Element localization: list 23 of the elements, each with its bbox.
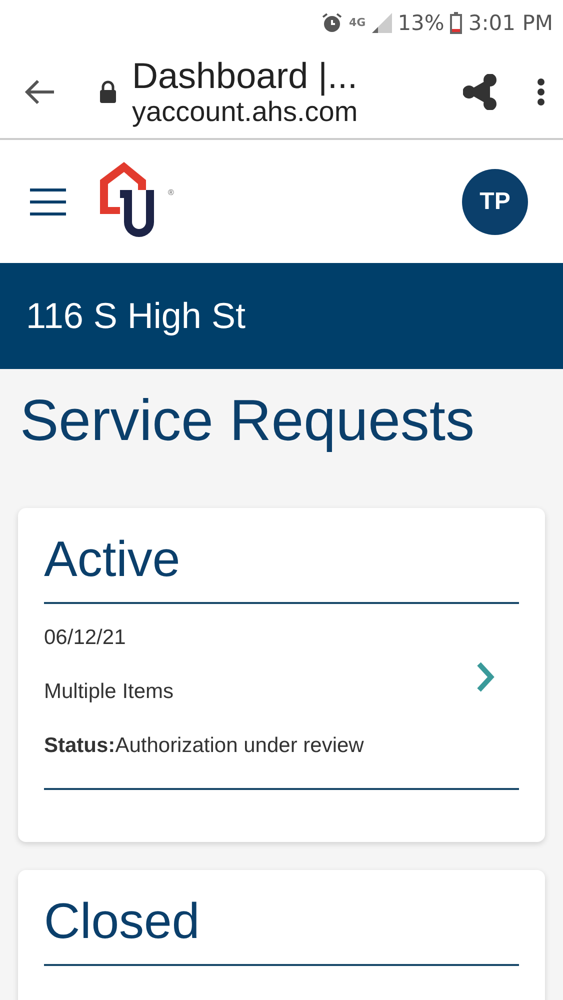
alarm-icon (321, 12, 343, 34)
registered-mark: ® (168, 188, 174, 197)
menu-icon[interactable] (30, 188, 66, 216)
request-date: 06/12/21 (44, 626, 127, 650)
network-type: 4G (349, 16, 366, 29)
chevron-right-icon[interactable] (475, 661, 495, 693)
clock-time: 3:01 PM (468, 10, 553, 34)
share-icon[interactable] (463, 74, 497, 110)
lock-icon (98, 80, 118, 104)
request-status: Status:Authorization under review (44, 734, 365, 758)
page-title-text: Dashboard |... (132, 56, 358, 96)
request-description: Multiple Items (44, 680, 175, 704)
section-title: Active (44, 530, 519, 604)
battery-percent: 13% (398, 10, 444, 34)
url-text[interactable]: yaccount.ahs.com (132, 96, 463, 128)
signal-icon (372, 12, 392, 32)
page-heading: Service Requests (20, 387, 476, 454)
battery-icon (450, 12, 462, 34)
user-avatar[interactable]: TP (462, 168, 528, 234)
back-arrow-icon[interactable] (24, 78, 56, 106)
property-address: 116 S High St (26, 295, 246, 337)
more-options-icon[interactable] (537, 78, 545, 106)
section-title: Closed (44, 892, 519, 966)
